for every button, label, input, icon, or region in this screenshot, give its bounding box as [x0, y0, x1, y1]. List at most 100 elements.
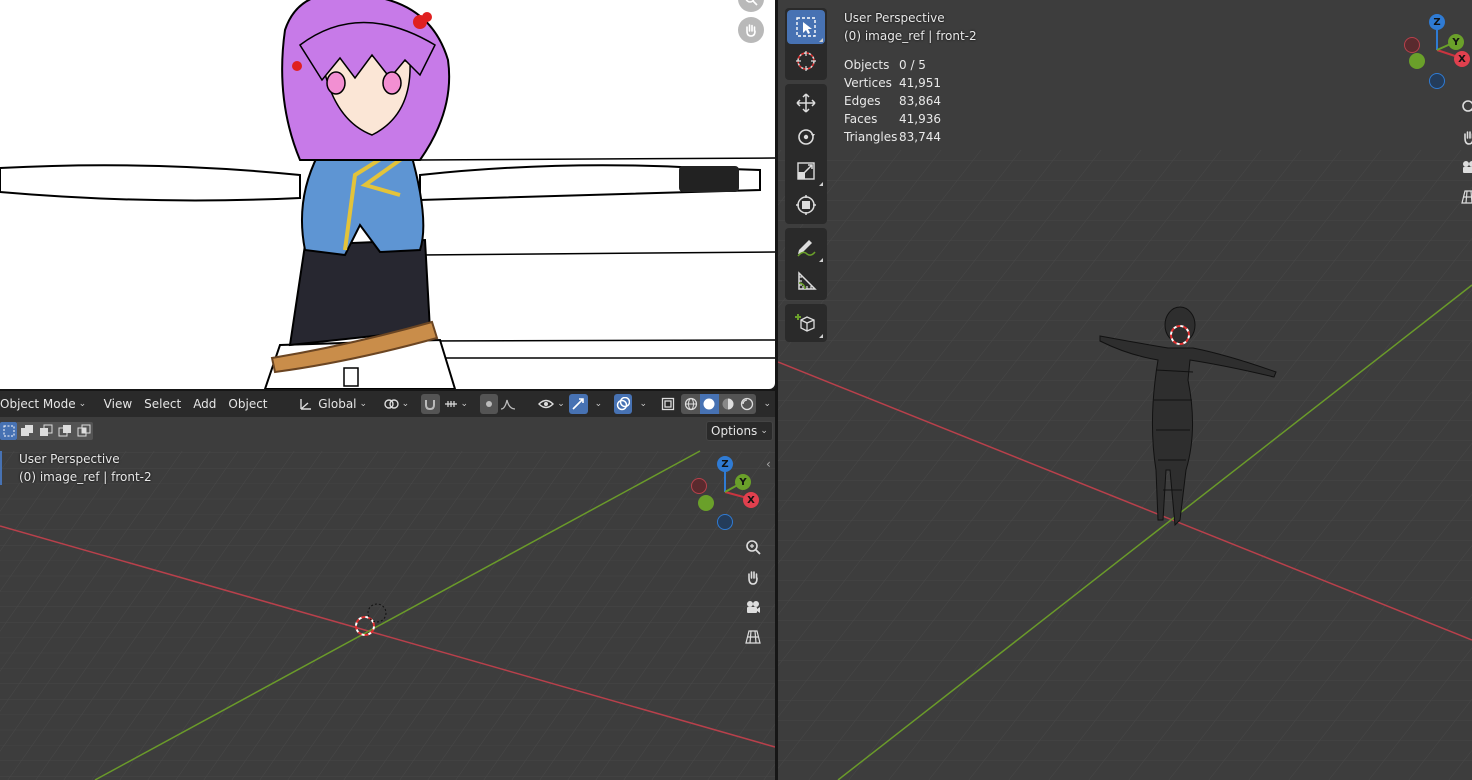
- annotate-tool[interactable]: [787, 230, 825, 264]
- select-subtract-mode[interactable]: [36, 422, 55, 440]
- select-box-tool[interactable]: [787, 10, 825, 44]
- mode-dropdown[interactable]: Object Mode ⌄: [0, 394, 91, 414]
- viewport-info: User Perspective (0) image_ref | front-2: [844, 9, 977, 45]
- transform-tool[interactable]: [787, 188, 825, 222]
- gizmo-z-label: Z: [1433, 16, 1441, 28]
- gizmo-neg-z[interactable]: [1429, 73, 1445, 89]
- reference-image: [0, 0, 775, 389]
- chevron-down-icon: ⌄: [460, 399, 469, 409]
- pan-hand-icon[interactable]: [1456, 124, 1472, 150]
- gizmo-icon: [572, 398, 584, 410]
- stat-value: 0 / 5: [899, 58, 926, 72]
- chevron-down-icon: ⌄: [401, 399, 410, 409]
- camera-icon[interactable]: [1456, 154, 1472, 180]
- tool-group-annotate: [785, 228, 827, 300]
- navigation-gizmo[interactable]: Z X Y: [690, 455, 770, 535]
- cursor-icon: [796, 51, 816, 71]
- gizmo-neg-y[interactable]: [698, 495, 714, 511]
- viewport-info: User Perspective (0) image_ref | front-2: [19, 450, 152, 486]
- tool-variants-indicator: [819, 258, 823, 262]
- navigation-gizmo[interactable]: Z X Y: [1403, 10, 1472, 95]
- tool-variants-indicator: [819, 38, 823, 42]
- solid-sphere-icon: [703, 398, 715, 410]
- stat-value: 41,951: [899, 76, 941, 90]
- zoom-icon[interactable]: [740, 534, 766, 560]
- grid-perspective-icon[interactable]: [740, 624, 766, 650]
- select-intersect-icon: [77, 424, 90, 437]
- gizmo-x-axis[interactable]: X: [1454, 51, 1470, 67]
- stat-value: 41,936: [899, 112, 941, 126]
- shading-solid[interactable]: [699, 394, 719, 414]
- snap-toggle[interactable]: [420, 394, 440, 414]
- visibility-dropdown[interactable]: ⌄: [534, 394, 569, 414]
- gizmo-x-axis[interactable]: X: [743, 492, 759, 508]
- stat-label: Edges: [844, 94, 881, 108]
- gizmo-dropdown[interactable]: ⌄: [588, 394, 607, 414]
- move-icon: [796, 93, 816, 113]
- select-extend-icon: [20, 425, 33, 436]
- gizmo-neg-x[interactable]: [1404, 37, 1420, 53]
- gizmo-z-axis[interactable]: Z: [1429, 14, 1445, 30]
- zoom-icon[interactable]: [1456, 94, 1472, 120]
- material-sphere-icon: [722, 398, 734, 410]
- stat-value: 83,744: [899, 130, 941, 144]
- bottom-3d-viewport[interactable]: Object Mode ⌄ View Select Add Object Glob…: [0, 391, 775, 780]
- grid-perspective-icon[interactable]: [1456, 184, 1472, 210]
- stat-row: Objects 0 / 5: [844, 56, 941, 74]
- options-label: Options: [711, 424, 758, 438]
- proportional-edit-toggle[interactable]: [479, 394, 499, 414]
- gizmo-y-axis[interactable]: Y: [735, 474, 751, 490]
- shading-dropdown[interactable]: ⌄: [756, 394, 775, 414]
- camera-icon[interactable]: [740, 594, 766, 620]
- select-extend-mode[interactable]: [17, 422, 36, 440]
- overlays-dropdown[interactable]: ⌄: [632, 394, 651, 414]
- pan-hand-icon[interactable]: [738, 17, 764, 43]
- stat-label: Objects: [844, 58, 890, 72]
- gizmo-neg-y[interactable]: [1409, 53, 1425, 69]
- select-intersect-mode[interactable]: [74, 422, 93, 440]
- move-tool[interactable]: [787, 86, 825, 120]
- gizmo-toggle[interactable]: [568, 394, 588, 414]
- pan-hand-icon[interactable]: [740, 564, 766, 590]
- shading-material[interactable]: [718, 394, 738, 414]
- pivot-dropdown[interactable]: ⌄: [378, 394, 414, 414]
- mode-label: Object Mode: [0, 397, 76, 411]
- gizmo-neg-x[interactable]: [691, 478, 707, 494]
- image-editor-panel[interactable]: [0, 0, 775, 389]
- xray-icon: [661, 397, 675, 411]
- tool-group-add: [785, 304, 827, 342]
- cursor-tool[interactable]: [787, 44, 825, 78]
- stat-row: Vertices 41,951: [844, 74, 941, 92]
- xray-toggle[interactable]: [659, 394, 678, 414]
- overlays-toggle[interactable]: [613, 394, 633, 414]
- wireframe-sphere-icon: [684, 397, 697, 411]
- active-object-info: (0) image_ref | front-2: [19, 470, 152, 484]
- add-cube-tool[interactable]: [787, 306, 825, 340]
- select-invert-mode[interactable]: [55, 422, 74, 440]
- transform-icon: [796, 195, 816, 215]
- shading-wireframe[interactable]: [681, 394, 700, 414]
- falloff-dropdown[interactable]: [498, 394, 517, 414]
- scale-tool[interactable]: [787, 154, 825, 188]
- rotate-tool[interactable]: [787, 120, 825, 154]
- viewport-header: Object Mode ⌄ View Select Add Object Glob…: [0, 391, 775, 417]
- stat-row: Triangles 83,744: [844, 128, 941, 146]
- menu-add[interactable]: Add: [187, 391, 222, 417]
- stat-row: Faces 41,936: [844, 110, 941, 128]
- orientation-icon: [300, 399, 312, 410]
- select-new-mode[interactable]: [0, 422, 17, 440]
- menu-object[interactable]: Object: [222, 391, 273, 417]
- menu-view[interactable]: View: [98, 391, 138, 417]
- options-dropdown[interactable]: Options ⌄: [706, 421, 773, 441]
- gizmo-z-axis[interactable]: Z: [717, 456, 733, 472]
- gizmo-y-axis[interactable]: Y: [1448, 34, 1464, 50]
- snap-target-dropdown[interactable]: ⌄: [440, 394, 473, 414]
- shading-rendered[interactable]: [737, 394, 757, 414]
- chevron-down-icon: ⌄: [763, 399, 771, 409]
- transform-orientation-dropdown[interactable]: Global ⌄: [294, 394, 372, 414]
- snap-increment-icon: [444, 401, 457, 407]
- measure-tool[interactable]: [787, 264, 825, 298]
- annotate-icon: [797, 240, 816, 257]
- menu-select[interactable]: Select: [138, 391, 187, 417]
- gizmo-neg-z[interactable]: [717, 514, 733, 530]
